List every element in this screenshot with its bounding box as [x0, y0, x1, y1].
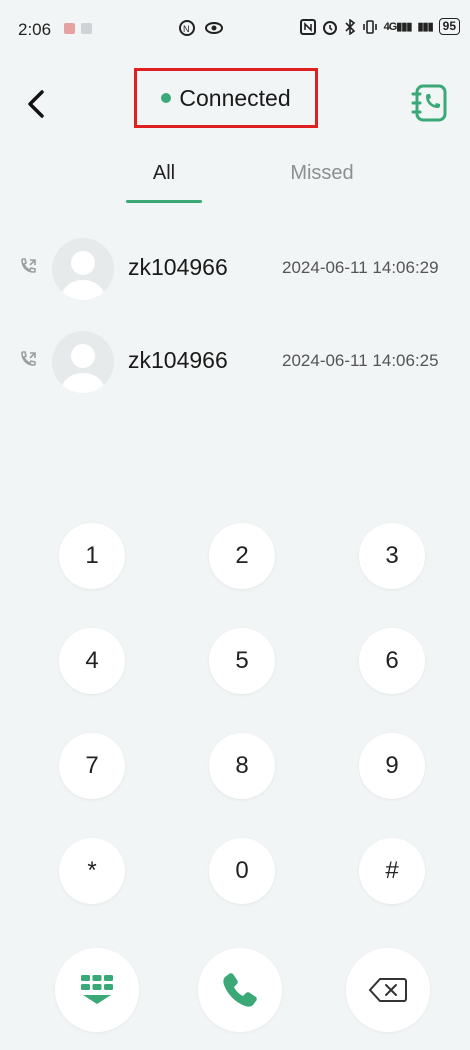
bluetooth-icon [345, 18, 355, 35]
back-button[interactable] [20, 84, 54, 124]
status-time: 2:06 [18, 20, 52, 39]
dialpad-icon [81, 975, 113, 1004]
alarm-icon [322, 20, 337, 35]
signal-icon: 4G▮▮▮ [383, 21, 413, 33]
notification-icons [64, 23, 92, 34]
outgoing-call-icon [21, 258, 36, 273]
status-right-icons: 4G▮▮▮ ▮▮▮ 95 [299, 18, 460, 35]
signal-icon: ▮▮▮ [417, 21, 433, 33]
caller-name: zk104966 [128, 254, 228, 280]
nfc-mode-icon: N [179, 20, 195, 36]
vibrate-icon [362, 19, 377, 34]
eye-icon [205, 22, 223, 34]
nfc-icon [299, 18, 316, 35]
battery-level: 95 [442, 19, 456, 33]
connection-status: Connected [134, 68, 318, 128]
contacts-button[interactable] [410, 82, 450, 124]
key-9[interactable]: 9 [359, 733, 425, 799]
keypad-toggle-button[interactable] [55, 948, 139, 1032]
person-icon [60, 344, 106, 393]
notification-icon [64, 23, 75, 34]
key-1[interactable]: 1 [59, 523, 125, 589]
avatar [52, 238, 114, 300]
key-0[interactable]: 0 [209, 838, 275, 904]
avatar [52, 331, 114, 393]
outgoing-call-icon [21, 351, 36, 366]
network-type-label: 4G [383, 21, 398, 33]
key-hash[interactable]: # [359, 838, 425, 904]
key-5[interactable]: 5 [209, 628, 275, 694]
call-button[interactable] [198, 948, 282, 1032]
call-log-row[interactable]: zk104966 2024-06-11 14:06:25 [0, 323, 470, 403]
tab-missed[interactable]: Missed [282, 162, 362, 185]
backspace-icon [368, 978, 407, 1002]
contact-book-icon [411, 84, 447, 122]
status-bar: 2:06 N 4G▮▮▮ ▮▮▮ 95 [0, 0, 470, 56]
person-icon [60, 251, 106, 300]
svg-text:N: N [183, 24, 190, 34]
phone-icon [223, 973, 257, 1007]
tab-all[interactable]: All [126, 162, 202, 185]
key-8[interactable]: 8 [209, 733, 275, 799]
active-tab-indicator [126, 200, 202, 203]
key-4[interactable]: 4 [59, 628, 125, 694]
call-datetime: 2024-06-11 14:06:29 [282, 258, 439, 277]
key-star[interactable]: * [59, 838, 125, 904]
connection-status-dot [161, 93, 172, 103]
call-datetime: 2024-06-11 14:06:25 [282, 351, 439, 370]
header: Connected [0, 66, 470, 140]
chevron-left-icon [28, 90, 44, 118]
key-2[interactable]: 2 [209, 523, 275, 589]
key-6[interactable]: 6 [359, 628, 425, 694]
notification-icon [81, 23, 92, 34]
call-log-row[interactable]: zk104966 2024-06-11 14:06:29 [0, 230, 470, 310]
call-log-tabs: All Missed [0, 150, 470, 206]
key-3[interactable]: 3 [359, 523, 425, 589]
delete-button[interactable] [346, 948, 430, 1032]
connection-status-label: Connected [179, 84, 291, 111]
battery-icon: 95 [438, 18, 460, 35]
caller-name: zk104966 [128, 347, 228, 373]
system-icons: N [178, 19, 224, 37]
key-7[interactable]: 7 [59, 733, 125, 799]
